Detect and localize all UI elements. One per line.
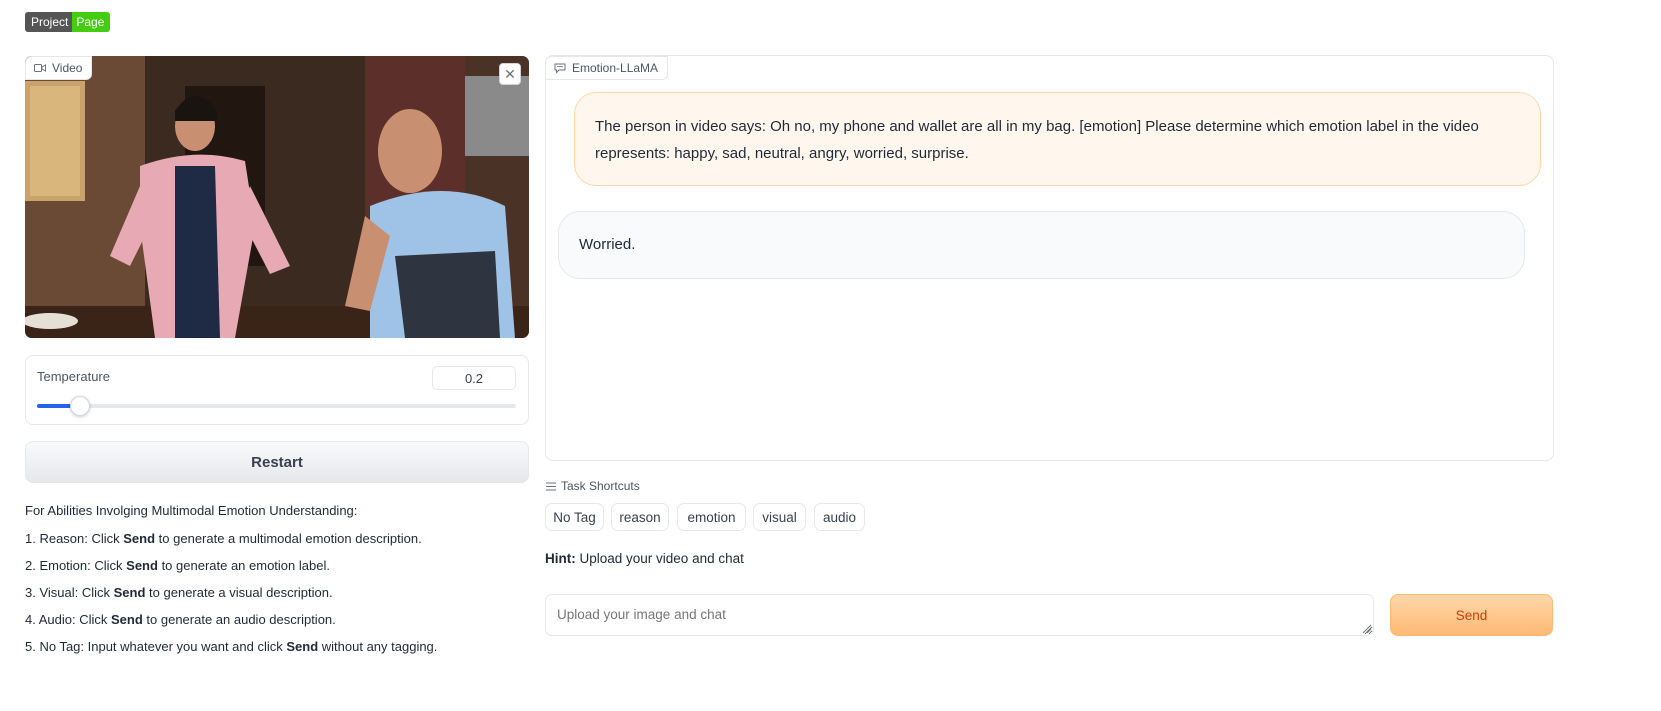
send-button[interactable]: Send	[1390, 594, 1553, 636]
instruction-item: 4. Audio: Click Send to generate an audi…	[25, 612, 336, 627]
chip-audio[interactable]: audio	[814, 503, 865, 531]
chip-emotion[interactable]: emotion	[677, 503, 746, 531]
task-shortcuts-label: Task Shortcuts	[546, 479, 640, 493]
resize-grip-icon[interactable]	[1362, 624, 1372, 634]
temperature-label: Temperature	[37, 369, 110, 384]
temperature-slider-thumb[interactable]	[70, 396, 91, 416]
hint-text: Hint: Upload your video and chat	[545, 551, 744, 566]
user-message: The person in video says: Oh no, my phon…	[574, 92, 1541, 186]
video-player[interactable]	[25, 56, 529, 338]
bot-message: Worried.	[558, 211, 1525, 279]
instruction-item: 3. Visual: Click Send to generate a visu…	[25, 585, 333, 600]
chip-visual[interactable]: visual	[753, 503, 806, 531]
instruction-item: 2. Emotion: Click Send to generate an em…	[25, 558, 330, 573]
project-page-badge[interactable]: Project Page	[25, 12, 111, 32]
chatbot-label-text: Emotion-LLaMA	[572, 61, 659, 75]
chatbot-label-tab: Emotion-LLaMA	[545, 56, 669, 80]
task-shortcuts-text: Task Shortcuts	[561, 479, 640, 493]
video-frame	[25, 56, 529, 338]
video-label-text: Video	[52, 61, 83, 75]
temperature-number-input[interactable]: 0.2	[432, 366, 516, 390]
badge-left-label: Project	[25, 12, 73, 32]
list-icon	[546, 482, 556, 490]
instruction-item: 5. No Tag: Input whatever you want and c…	[25, 639, 438, 654]
video-label-tab: Video	[25, 56, 93, 80]
chip-reason[interactable]: reason	[611, 503, 669, 531]
chat-bubble-icon	[554, 63, 566, 74]
chat-input[interactable]	[545, 594, 1374, 636]
video-camera-icon	[34, 64, 46, 72]
close-icon[interactable]: ✕	[499, 63, 521, 85]
chip-no-tag[interactable]: No Tag	[545, 503, 604, 531]
temperature-slider-track[interactable]	[37, 404, 516, 408]
badge-right-label: Page	[72, 12, 111, 32]
instructions-heading: For Abilities Involging Multimodal Emoti…	[25, 503, 358, 518]
restart-button[interactable]: Restart	[25, 441, 529, 483]
instruction-item: 1. Reason: Click Send to generate a mult…	[25, 531, 422, 546]
